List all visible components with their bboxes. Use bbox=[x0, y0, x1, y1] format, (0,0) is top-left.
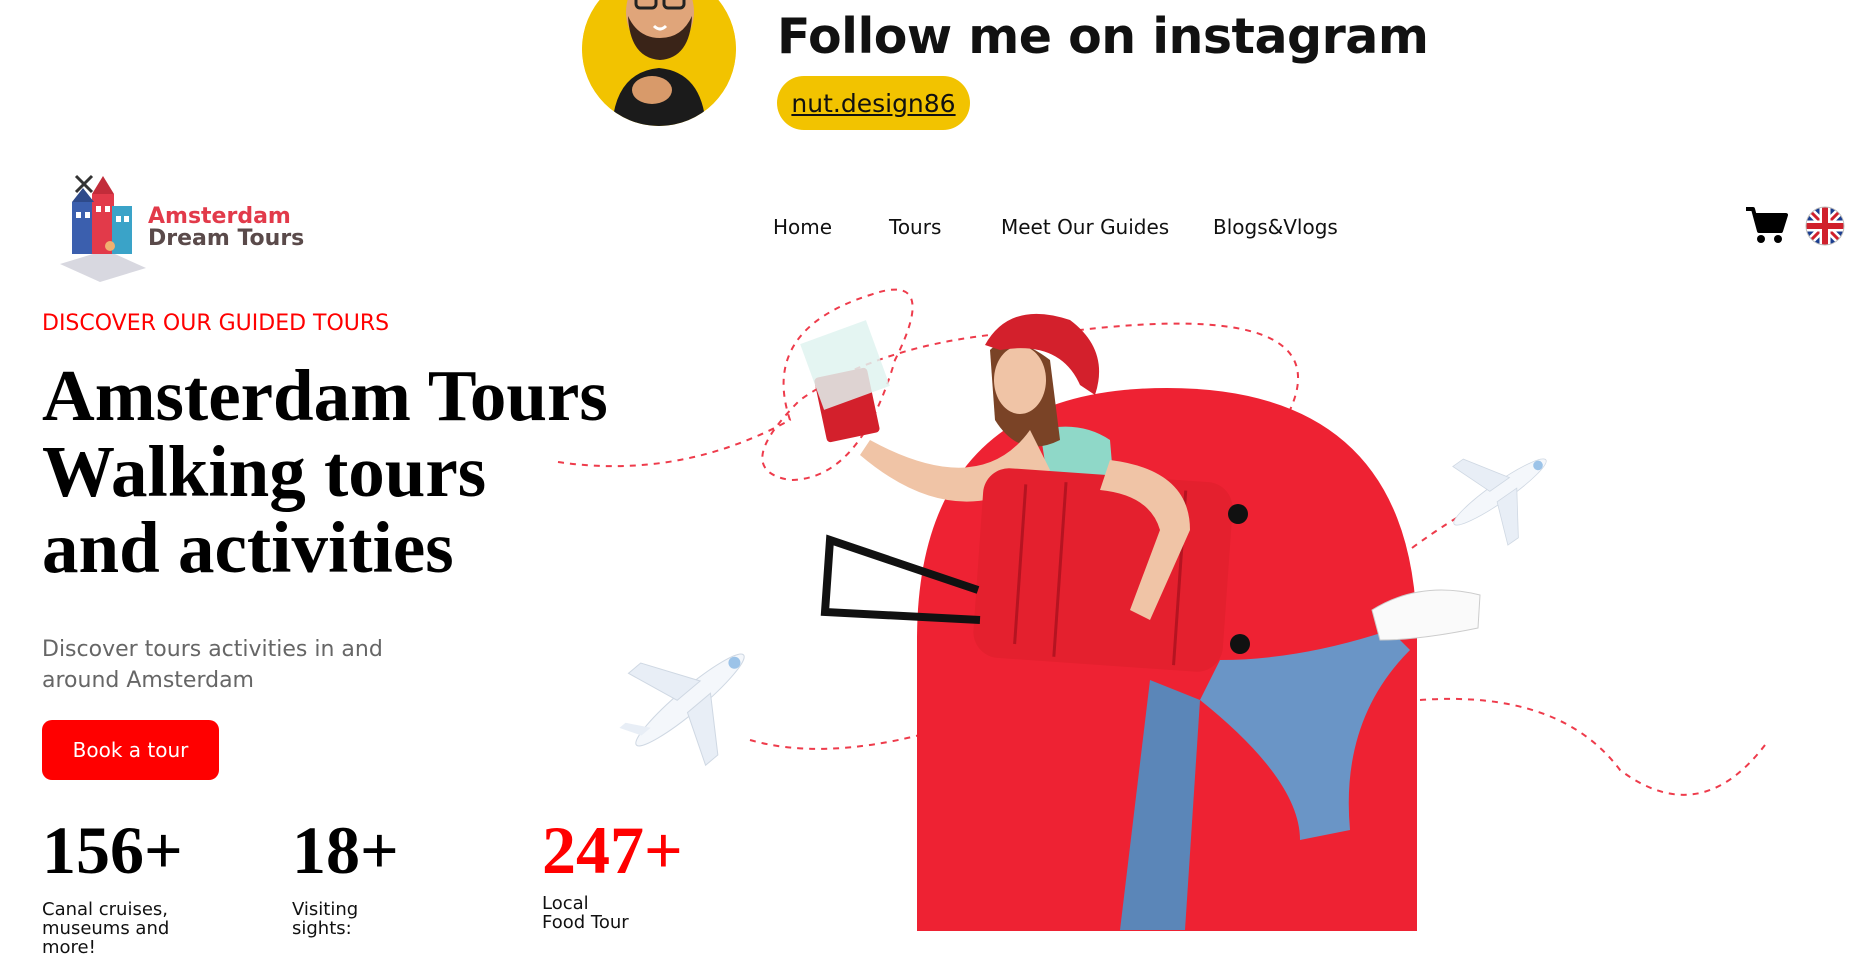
stat-label-cruises: Canal cruises, museums and more! bbox=[42, 899, 170, 958]
instagram-handle-link[interactable]: nut.design86 bbox=[777, 76, 970, 130]
dashed-flight-path-bottom bbox=[1419, 697, 1766, 796]
headline-line-1: Amsterdam Tours bbox=[42, 355, 608, 436]
map bbox=[800, 320, 890, 410]
logo-text-dream-tours: Dream Tours bbox=[148, 226, 305, 251]
stat-value-sights: 18+ bbox=[292, 812, 399, 888]
airplane-left-icon bbox=[619, 653, 745, 767]
cart-icon[interactable] bbox=[1744, 205, 1788, 250]
avatar-illustration bbox=[582, 0, 736, 126]
avatar bbox=[582, 0, 736, 126]
hero-illustration bbox=[557, 288, 1766, 931]
nav-meet-our-guides[interactable]: Meet Our Guides bbox=[1001, 215, 1169, 239]
dashed-flight-path-left bbox=[749, 734, 921, 750]
uk-flag-icon[interactable] bbox=[1805, 206, 1845, 251]
nav-tours[interactable]: Tours bbox=[889, 215, 941, 239]
hero-headline: Amsterdam Tours Walking tours and activi… bbox=[42, 358, 608, 586]
headline-line-3: and activities bbox=[42, 507, 454, 588]
logo-icon bbox=[60, 174, 146, 282]
airplane-right-icon bbox=[1452, 458, 1547, 546]
stat-label-sights: Visiting sights: bbox=[292, 899, 359, 939]
nav-home[interactable]: Home bbox=[773, 215, 832, 239]
hero-subtitle: Discover tours activities in and around … bbox=[42, 637, 383, 693]
hero-eyebrow: DISCOVER OUR GUIDED TOURS bbox=[42, 311, 390, 336]
book-tour-button[interactable]: Book a tour bbox=[42, 720, 219, 780]
nav-blogs-vlogs[interactable]: Blogs&Vlogs bbox=[1213, 215, 1338, 239]
instagram-title: Follow me on instagram bbox=[777, 8, 1429, 65]
headline-line-2: Walking tours bbox=[42, 431, 487, 512]
stat-value-cruises: 156+ bbox=[42, 812, 183, 888]
suitcase bbox=[973, 468, 1233, 672]
